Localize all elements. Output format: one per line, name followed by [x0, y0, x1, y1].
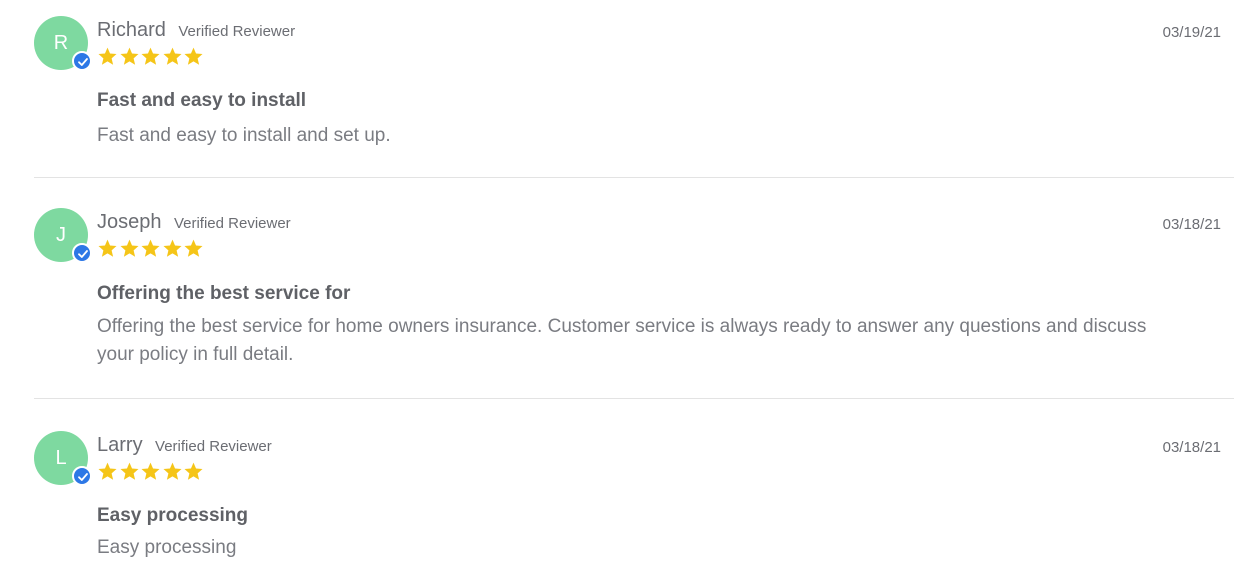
review-date: 03/18/21	[1162, 216, 1221, 233]
star-icon	[119, 239, 139, 257]
star-icon	[98, 239, 117, 257]
reviewer-name: Richard	[97, 19, 166, 41]
star-icon	[184, 462, 203, 480]
review-header: Richard Verified Reviewer	[97, 19, 295, 42]
verified-check-icon	[72, 466, 92, 486]
review-item: L Larry Verified Reviewer 03/18/21 Easy …	[34, 399, 1234, 574]
review-header: Joseph Verified Reviewer	[97, 211, 291, 234]
star-icon	[141, 462, 160, 480]
reviewer-name: Larry	[97, 434, 143, 456]
verified-check-icon	[72, 51, 92, 71]
star-icon	[98, 462, 117, 480]
review-date: 03/18/21	[1162, 439, 1221, 456]
star-rating	[97, 46, 205, 72]
star-icon	[119, 47, 139, 65]
star-rating	[97, 461, 205, 487]
verified-reviewer-badge: Verified Reviewer	[155, 438, 272, 455]
verified-reviewer-badge: Verified Reviewer	[173, 215, 291, 232]
review-title: Fast and easy to install	[97, 90, 307, 111]
star-icon	[162, 239, 182, 257]
review-date: 03/19/21	[1162, 24, 1221, 41]
review-body: Fast and easy to install and set up.	[97, 125, 391, 146]
star-icon	[141, 47, 160, 65]
review-title: Easy processing	[97, 505, 249, 526]
reviews-list: R Richard Verified Reviewer 03/19/21 Fas…	[34, 0, 1234, 574]
avatar: J	[34, 208, 92, 263]
star-icon	[162, 47, 182, 65]
review-item: R Richard Verified Reviewer 03/19/21 Fas…	[34, 0, 1234, 178]
star-icon	[162, 462, 182, 480]
review-header: Larry Verified Reviewer	[97, 434, 272, 457]
review-title: Offering the best service for	[97, 283, 351, 304]
star-icon	[184, 47, 203, 65]
star-icon	[141, 239, 160, 257]
avatar: L	[34, 431, 92, 486]
review-body: Easy processing	[97, 537, 237, 558]
star-icon	[98, 47, 117, 65]
star-icon	[119, 462, 139, 480]
star-rating	[97, 238, 205, 264]
star-icon	[184, 239, 203, 257]
verified-reviewer-badge: Verified Reviewer	[178, 23, 296, 40]
review-item: J Joseph Verified Reviewer 03/18/21 Offe…	[34, 178, 1234, 399]
reviewer-name: Joseph	[97, 211, 162, 233]
verified-check-icon	[72, 243, 92, 263]
avatar: R	[34, 16, 92, 71]
review-body: Offering the best service for home owner…	[97, 316, 1147, 365]
